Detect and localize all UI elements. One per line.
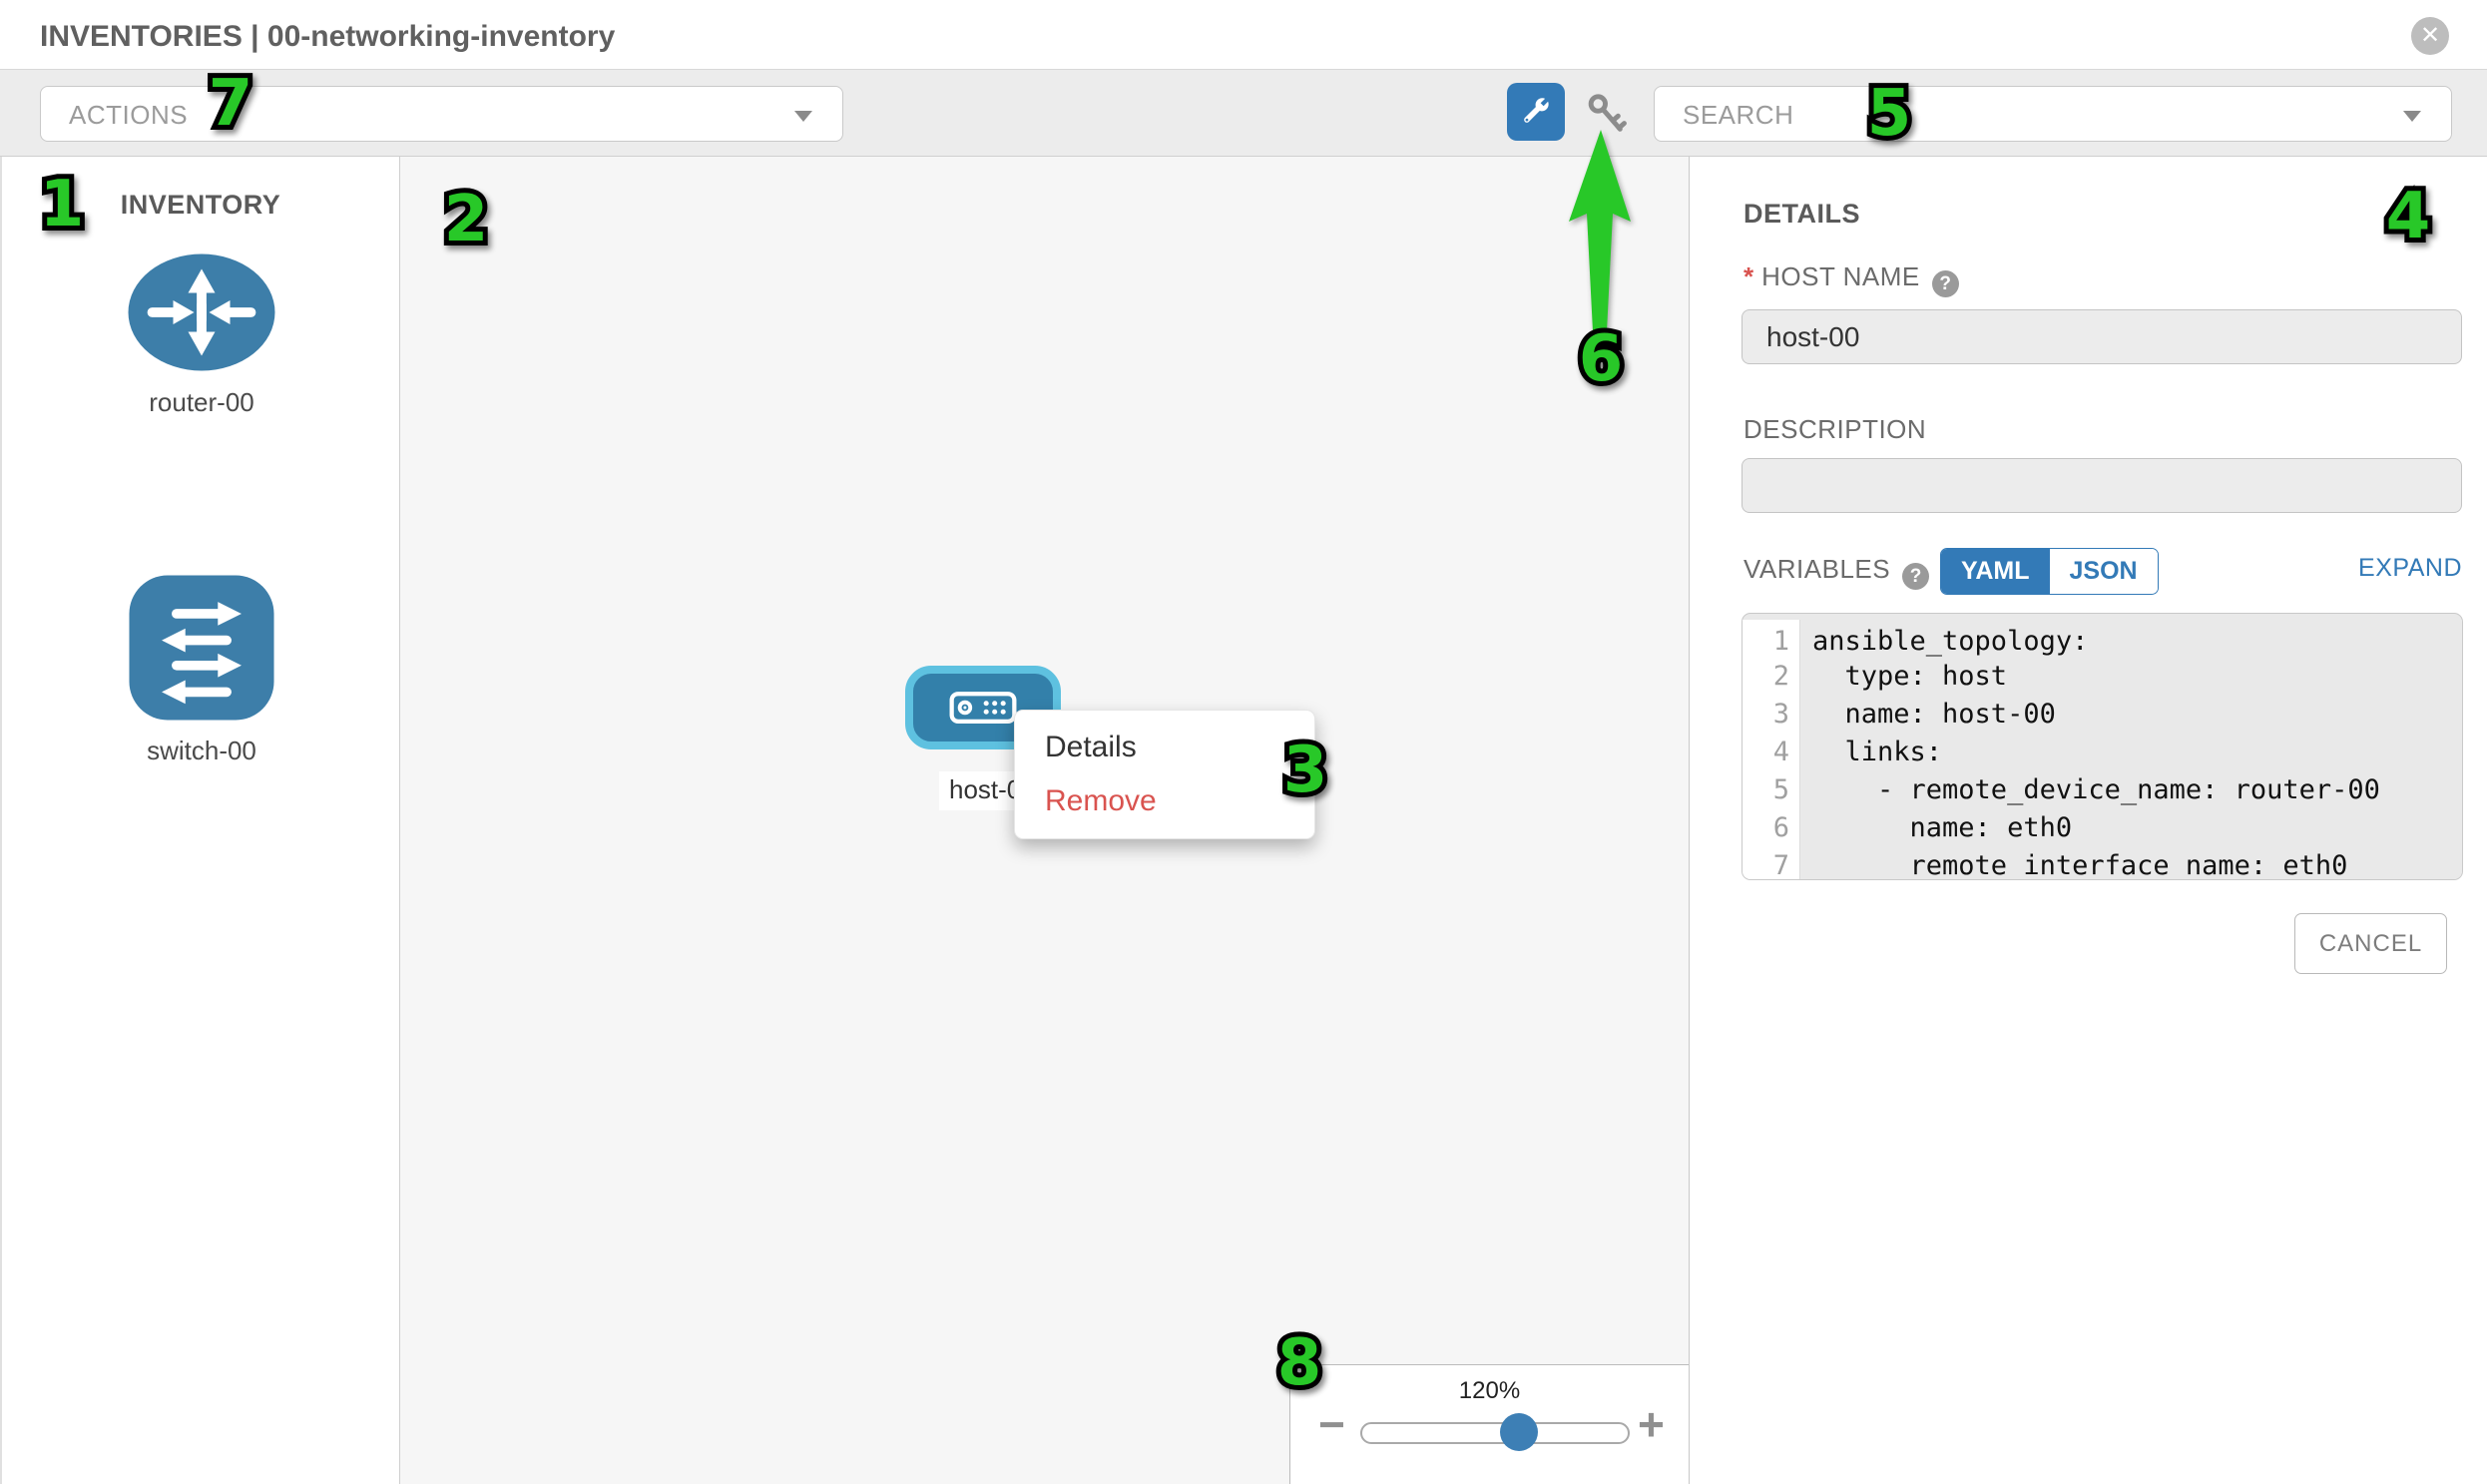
host-name-label-row: * HOST NAME? bbox=[1743, 261, 1959, 297]
inventory-topology-window: INVENTORIES | 00-networking-inventory ✕ … bbox=[0, 0, 2487, 1484]
editor-line: 7 remote_interface_name: eth0 bbox=[1742, 847, 2462, 880]
details-heading: DETAILS bbox=[1743, 199, 1860, 230]
required-asterisk: * bbox=[1743, 261, 1753, 291]
help-glyph: ? bbox=[1939, 273, 1951, 294]
page-title: INVENTORIES | 00-networking-inventory bbox=[40, 0, 615, 70]
router-label: router-00 bbox=[127, 387, 276, 418]
description-field[interactable] bbox=[1741, 458, 2462, 513]
help-icon[interactable]: ? bbox=[1902, 563, 1929, 590]
context-menu: Details Remove bbox=[1014, 710, 1315, 839]
editor-line: 3 name: host-00 bbox=[1742, 696, 2462, 734]
variables-format-toggle: YAML JSON bbox=[1940, 548, 2159, 595]
help-icon[interactable]: ? bbox=[1932, 270, 1959, 297]
details-panel: DETAILS *HOST NAME? host-00 DESCRIPTION … bbox=[1691, 157, 2487, 1484]
key-icon bbox=[1584, 91, 1630, 137]
host-name-field[interactable]: host-00 bbox=[1741, 309, 2462, 364]
search-dropdown-label: SEARCH bbox=[1683, 87, 1793, 141]
line-number: 6 bbox=[1742, 809, 1800, 847]
editor-line: 2 type: host bbox=[1742, 658, 2462, 696]
yaml-toggle-button[interactable]: YAML bbox=[1941, 549, 2050, 594]
help-glyph: ? bbox=[1910, 566, 1922, 587]
line-text: type: host bbox=[1800, 658, 2462, 696]
chevron-down-icon bbox=[794, 111, 812, 122]
line-text: name: host-00 bbox=[1800, 696, 2462, 734]
editor-line: 5 - remote_device_name: router-00 bbox=[1742, 771, 2462, 809]
key-credentials-button[interactable] bbox=[1583, 90, 1631, 138]
topology-canvas[interactable]: host-00 Details Remove 120% − + bbox=[400, 157, 1690, 1484]
json-toggle-button[interactable]: JSON bbox=[2050, 549, 2158, 594]
chevron-down-icon bbox=[2403, 111, 2421, 122]
context-menu-remove[interactable]: Remove bbox=[1045, 784, 1157, 818]
switch-label: switch-00 bbox=[128, 736, 275, 766]
expand-link[interactable]: EXPAND bbox=[2358, 554, 2462, 583]
content-area: INVENTORY bbox=[0, 157, 2487, 1484]
zoom-slider-thumb[interactable] bbox=[1500, 1413, 1538, 1451]
close-icon[interactable]: ✕ bbox=[2411, 17, 2449, 55]
header: INVENTORIES | 00-networking-inventory ✕ bbox=[0, 0, 2487, 70]
line-text: links: bbox=[1800, 734, 2462, 771]
actions-dropdown[interactable]: ACTIONS bbox=[40, 86, 843, 142]
zoom-control: 120% − + bbox=[1289, 1364, 1690, 1484]
tools-button[interactable] bbox=[1507, 83, 1565, 141]
wrench-icon bbox=[1519, 95, 1553, 129]
editor-line: 1ansible_topology: bbox=[1742, 614, 2462, 658]
cancel-button[interactable]: CANCEL bbox=[2294, 913, 2447, 974]
inventory-palette: INVENTORY bbox=[0, 157, 400, 1484]
line-number: 2 bbox=[1742, 658, 1800, 696]
line-number: 4 bbox=[1742, 734, 1800, 771]
actions-dropdown-label: ACTIONS bbox=[69, 87, 188, 141]
switch-icon bbox=[128, 574, 275, 722]
line-text: - remote_device_name: router-00 bbox=[1800, 771, 2462, 809]
host-name-label: HOST NAME bbox=[1761, 261, 1920, 291]
line-text: name: eth0 bbox=[1800, 809, 2462, 847]
context-menu-details[interactable]: Details bbox=[1045, 731, 1137, 764]
zoom-slider-track[interactable] bbox=[1360, 1422, 1630, 1444]
search-dropdown[interactable]: SEARCH bbox=[1654, 86, 2452, 142]
zoom-out-button[interactable]: − bbox=[1318, 1401, 1345, 1447]
description-label: DESCRIPTION bbox=[1743, 414, 1926, 445]
variables-row: VARIABLES? YAML JSON EXPAND bbox=[1743, 554, 2464, 600]
close-glyph: ✕ bbox=[2420, 22, 2440, 49]
router-icon bbox=[127, 251, 276, 373]
editor-line: 6 name: eth0 bbox=[1742, 809, 2462, 847]
editor-line: 4 links: bbox=[1742, 734, 2462, 771]
inventory-heading: INVENTORY bbox=[2, 190, 399, 221]
zoom-in-button[interactable]: + bbox=[1638, 1401, 1665, 1447]
variables-label: VARIABLES bbox=[1743, 554, 1890, 584]
line-number: 5 bbox=[1742, 771, 1800, 809]
line-number: 3 bbox=[1742, 696, 1800, 734]
server-icon bbox=[949, 690, 1017, 726]
palette-item-router[interactable]: router-00 bbox=[127, 251, 276, 418]
toolbar: ACTIONS bbox=[0, 70, 2487, 157]
line-text: ansible_topology: bbox=[1800, 620, 2462, 658]
line-number: 1 bbox=[1742, 620, 1800, 658]
zoom-percent: 120% bbox=[1290, 1377, 1689, 1405]
line-number: 7 bbox=[1742, 847, 1800, 880]
line-text: remote_interface_name: eth0 bbox=[1800, 847, 2462, 880]
variables-editor[interactable]: 1ansible_topology: 2 type: host 3 name: … bbox=[1741, 613, 2463, 880]
palette-item-switch[interactable]: switch-00 bbox=[128, 574, 275, 766]
